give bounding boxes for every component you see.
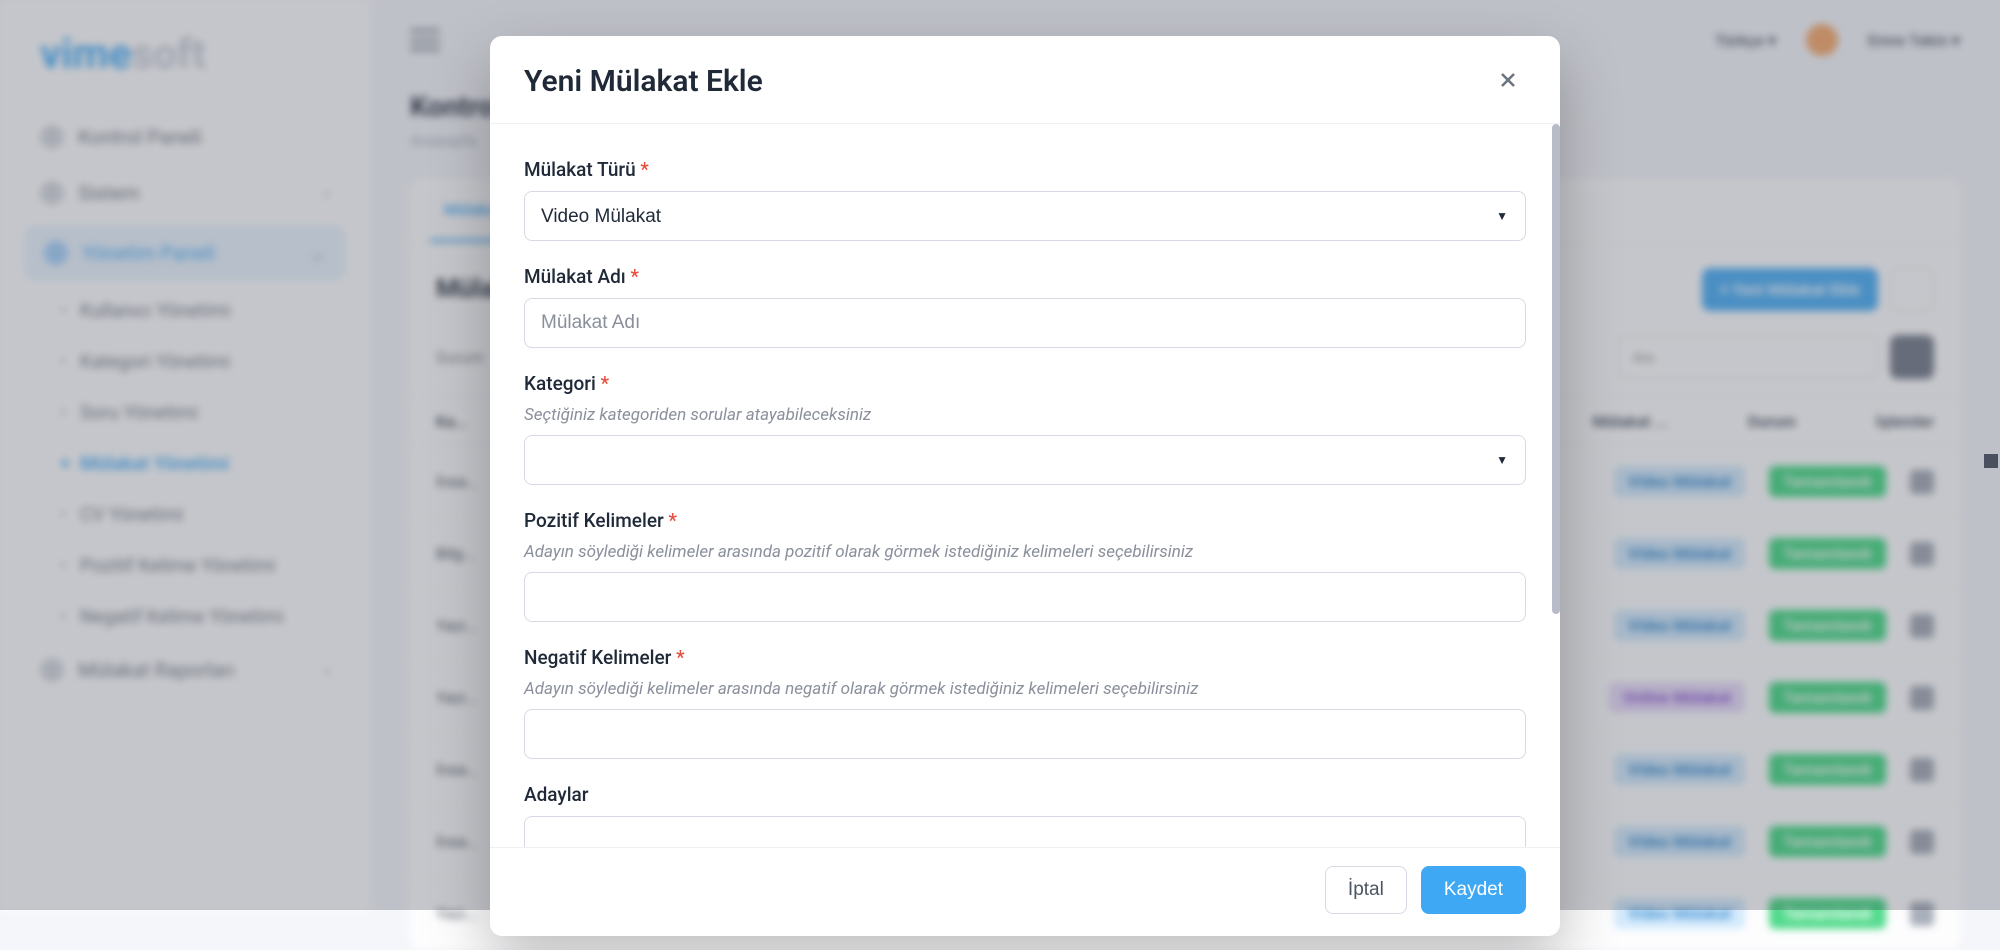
field-positive: Pozitif Kelimeler * Adayın söylediği kel…: [524, 509, 1526, 622]
field-name: Mülakat Adı *: [524, 265, 1526, 348]
help-category: Seçtiğiniz kategoriden sorular atayabile…: [524, 405, 1526, 425]
select-category[interactable]: [524, 435, 1526, 485]
label-text: Pozitif Kelimeler: [524, 509, 664, 532]
label-text: Mülakat Adı: [524, 265, 626, 288]
select-type[interactable]: Video Mülakat: [524, 191, 1526, 241]
label-text: Mülakat Türü: [524, 158, 636, 181]
required-mark: *: [668, 509, 676, 532]
input-negative[interactable]: [524, 709, 1526, 759]
modal-body: Mülakat Türü * Video Mülakat Mülakat Adı…: [490, 124, 1560, 847]
cancel-button[interactable]: İptal: [1325, 866, 1407, 914]
label-name: Mülakat Adı *: [524, 265, 1526, 288]
field-negative: Negatif Kelimeler * Adayın söylediği kel…: [524, 646, 1526, 759]
field-candidates: Adaylar: [524, 783, 1526, 847]
add-interview-modal: Yeni Mülakat Ekle Mülakat Türü * Video M…: [490, 36, 1560, 936]
field-category: Kategori * Seçtiğiniz kategoriden sorula…: [524, 372, 1526, 485]
required-mark: *: [630, 265, 638, 288]
label-text: Negatif Kelimeler: [524, 646, 671, 669]
input-candidates[interactable]: [524, 816, 1526, 847]
field-type: Mülakat Türü * Video Mülakat: [524, 158, 1526, 241]
help-negative: Adayın söylediği kelimeler arasında nega…: [524, 679, 1526, 699]
label-text: Kategori: [524, 372, 596, 395]
required-mark: *: [601, 372, 609, 395]
label-candidates: Adaylar: [524, 783, 1526, 806]
help-positive: Adayın söylediği kelimeler arasında pozi…: [524, 542, 1526, 562]
save-button[interactable]: Kaydet: [1421, 866, 1526, 914]
label-type: Mülakat Türü *: [524, 158, 1526, 181]
modal-title: Yeni Mülakat Ekle: [524, 64, 763, 99]
input-name[interactable]: [524, 298, 1526, 348]
required-mark: *: [640, 158, 648, 181]
label-category: Kategori *: [524, 372, 1526, 395]
required-mark: *: [676, 646, 684, 669]
close-icon: [1496, 68, 1520, 92]
input-positive[interactable]: [524, 572, 1526, 622]
label-negative: Negatif Kelimeler *: [524, 646, 1526, 669]
modal-footer: İptal Kaydet: [490, 847, 1560, 936]
close-button[interactable]: [1490, 62, 1526, 101]
modal-scrollbar-thumb[interactable]: [1552, 124, 1560, 614]
label-positive: Pozitif Kelimeler *: [524, 509, 1526, 532]
modal-header: Yeni Mülakat Ekle: [490, 36, 1560, 124]
